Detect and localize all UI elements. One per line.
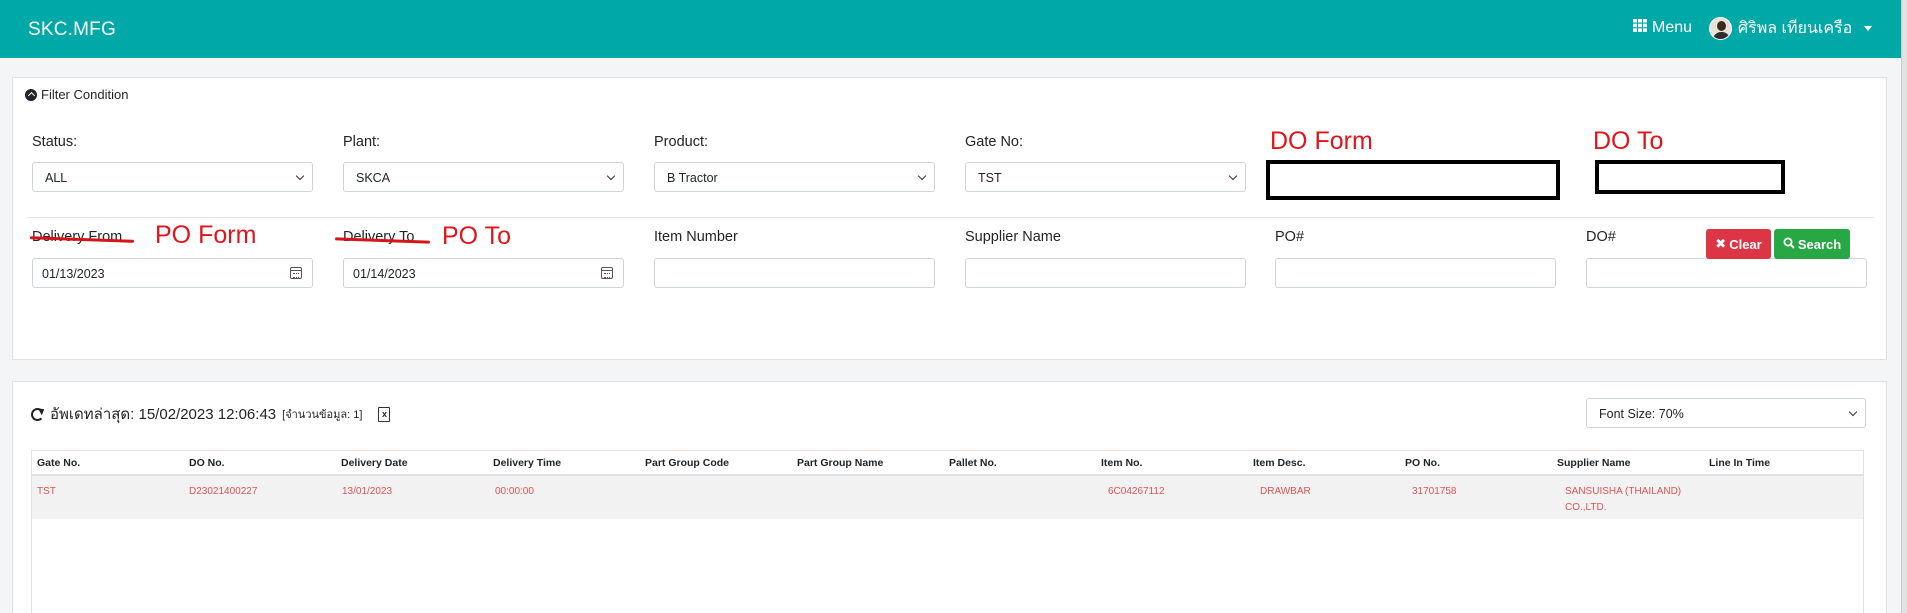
plant-label: Plant:	[343, 134, 381, 150]
annotation-po-form: PO Form	[155, 221, 257, 249]
annotation-do-form: DO Form	[1270, 127, 1373, 155]
filter-title: Filter Condition	[41, 87, 129, 102]
table-header: Gate No. DO No. Delivery Date Delivery T…	[32, 451, 1863, 476]
item-number-label: Item Number	[654, 229, 738, 245]
gate-select[interactable]: TST	[965, 162, 1246, 192]
po-input[interactable]	[1275, 258, 1556, 288]
annotation-po-to: PO To	[442, 222, 512, 250]
status-label: Status:	[32, 134, 78, 150]
delivery-from-input[interactable]: 01/13/2023	[32, 258, 313, 288]
brand-logo[interactable]: SKC.MFG	[28, 19, 116, 41]
col-po-no[interactable]: PO No.	[1405, 457, 1440, 469]
do-form-box	[1266, 160, 1560, 200]
cell-delivery-time: 00:00:00	[495, 486, 534, 497]
do-to-box	[1595, 160, 1785, 194]
item-number-input[interactable]	[654, 258, 935, 288]
record-count: [จำนวนข้อมูล: 1]	[282, 409, 363, 421]
product-select[interactable]: B Tractor	[654, 162, 935, 192]
do-input[interactable]	[1586, 258, 1867, 288]
page-scrollbar[interactable]	[1901, 0, 1907, 613]
search-label: Search	[1797, 236, 1842, 252]
filter-toggle[interactable]: Filter Condition	[25, 87, 128, 102]
chevron-up-circle-icon	[25, 88, 37, 101]
do-label: DO#	[1586, 229, 1616, 245]
table-row[interactable]: TST D23021400227 13/01/2023 00:00:00 6C0…	[32, 476, 1863, 519]
cell-delivery-date: 13/01/2023	[342, 486, 393, 497]
filter-divider	[27, 217, 1874, 218]
col-item-no[interactable]: Item No.	[1101, 457, 1142, 469]
chevron-down-icon	[1228, 171, 1238, 181]
annotation-do-to: DO To	[1593, 127, 1664, 155]
font-size-value: Font Size: 70%	[1599, 407, 1684, 421]
supplier-line-2: CO.,LTD.	[1565, 502, 1607, 513]
product-label: Product:	[654, 134, 708, 150]
close-icon: ✖	[1715, 236, 1727, 251]
clear-button[interactable]: ✖ Clear	[1706, 229, 1771, 259]
product-value: B Tractor	[667, 171, 718, 185]
gate-value: TST	[978, 171, 1002, 185]
menu-label: Menu	[1652, 19, 1693, 36]
clear-label: Clear	[1729, 236, 1762, 252]
search-icon	[1783, 237, 1795, 252]
col-supplier-name[interactable]: Supplier Name	[1557, 457, 1631, 469]
chevron-down-icon	[1848, 407, 1858, 417]
col-part-group-code[interactable]: Part Group Code	[645, 457, 729, 469]
font-size-select[interactable]: Font Size: 70%	[1586, 398, 1866, 428]
col-part-group-name[interactable]: Part Group Name	[797, 457, 883, 469]
user-name: ศิริพล เทียนเครือ	[1738, 20, 1853, 37]
col-delivery-time[interactable]: Delivery Time	[493, 457, 561, 469]
col-item-desc[interactable]: Item Desc.	[1253, 457, 1306, 469]
plant-value: SKCA	[356, 171, 391, 185]
status-select[interactable]: ALL	[32, 162, 313, 192]
cell-gate: TST	[37, 486, 56, 497]
po-label: PO#	[1275, 229, 1305, 245]
calendar-icon	[601, 267, 613, 279]
supplier-name-label: Supplier Name	[965, 229, 1061, 245]
filter-card: Filter Condition Status: ALL Plant: SKCA…	[12, 77, 1887, 360]
chevron-down-icon	[295, 171, 305, 181]
refresh-icon[interactable]	[31, 407, 44, 421]
supplier-line-1: SANSUISHA (THAILAND)	[1565, 486, 1682, 497]
delivery-table: Gate No. DO No. Delivery Date Delivery T…	[31, 450, 1864, 613]
top-navbar: SKC.MFG Menu ศิริพล เทียนเครือ	[0, 0, 1901, 58]
caret-down-icon	[1864, 26, 1873, 31]
cell-supplier-name: SANSUISHA (THAILAND) CO.,LTD.	[1565, 484, 1681, 516]
supplier-name-input[interactable]	[965, 258, 1246, 288]
delivery-from-value: 01/13/2023	[42, 267, 105, 281]
excel-export-icon[interactable]: x	[378, 406, 391, 422]
delivery-to-value: 01/14/2023	[353, 267, 416, 281]
gate-label: Gate No:	[965, 134, 1024, 150]
col-pallet-no[interactable]: Pallet No.	[949, 457, 997, 469]
menu-button[interactable]: Menu	[1633, 19, 1692, 37]
col-do-no[interactable]: DO No.	[189, 457, 225, 469]
cell-item-desc: DRAWBAR	[1260, 486, 1311, 497]
cell-do-no: D23021400227	[189, 486, 258, 497]
calendar-icon	[290, 267, 302, 279]
chevron-down-icon	[917, 171, 927, 181]
delivery-to-input[interactable]: 01/14/2023	[343, 258, 624, 288]
cell-po-no: 31701758	[1412, 486, 1457, 497]
last-update-text: อัพเดทล่าสุด: 15/02/2023 12:06:43	[50, 406, 277, 423]
grid-icon	[1633, 19, 1647, 37]
chevron-down-icon	[606, 171, 616, 181]
col-delivery-date[interactable]: Delivery Date	[341, 457, 408, 469]
cell-item-no: 6C04267112	[1108, 486, 1165, 497]
result-card: อัพเดทล่าสุด: 15/02/2023 12:06:43 [จำนวน…	[12, 381, 1887, 613]
status-value: ALL	[45, 171, 68, 185]
avatar	[1709, 17, 1732, 40]
col-line-in-time[interactable]: Line In Time	[1709, 457, 1770, 469]
last-update-bar: อัพเดทล่าสุด: 15/02/2023 12:06:43 [จำนวน…	[31, 402, 391, 426]
user-menu[interactable]: ศิริพล เทียนเครือ	[1709, 16, 1873, 41]
col-gate-no[interactable]: Gate No.	[37, 457, 80, 469]
search-button[interactable]: Search	[1774, 229, 1850, 259]
plant-select[interactable]: SKCA	[343, 162, 624, 192]
